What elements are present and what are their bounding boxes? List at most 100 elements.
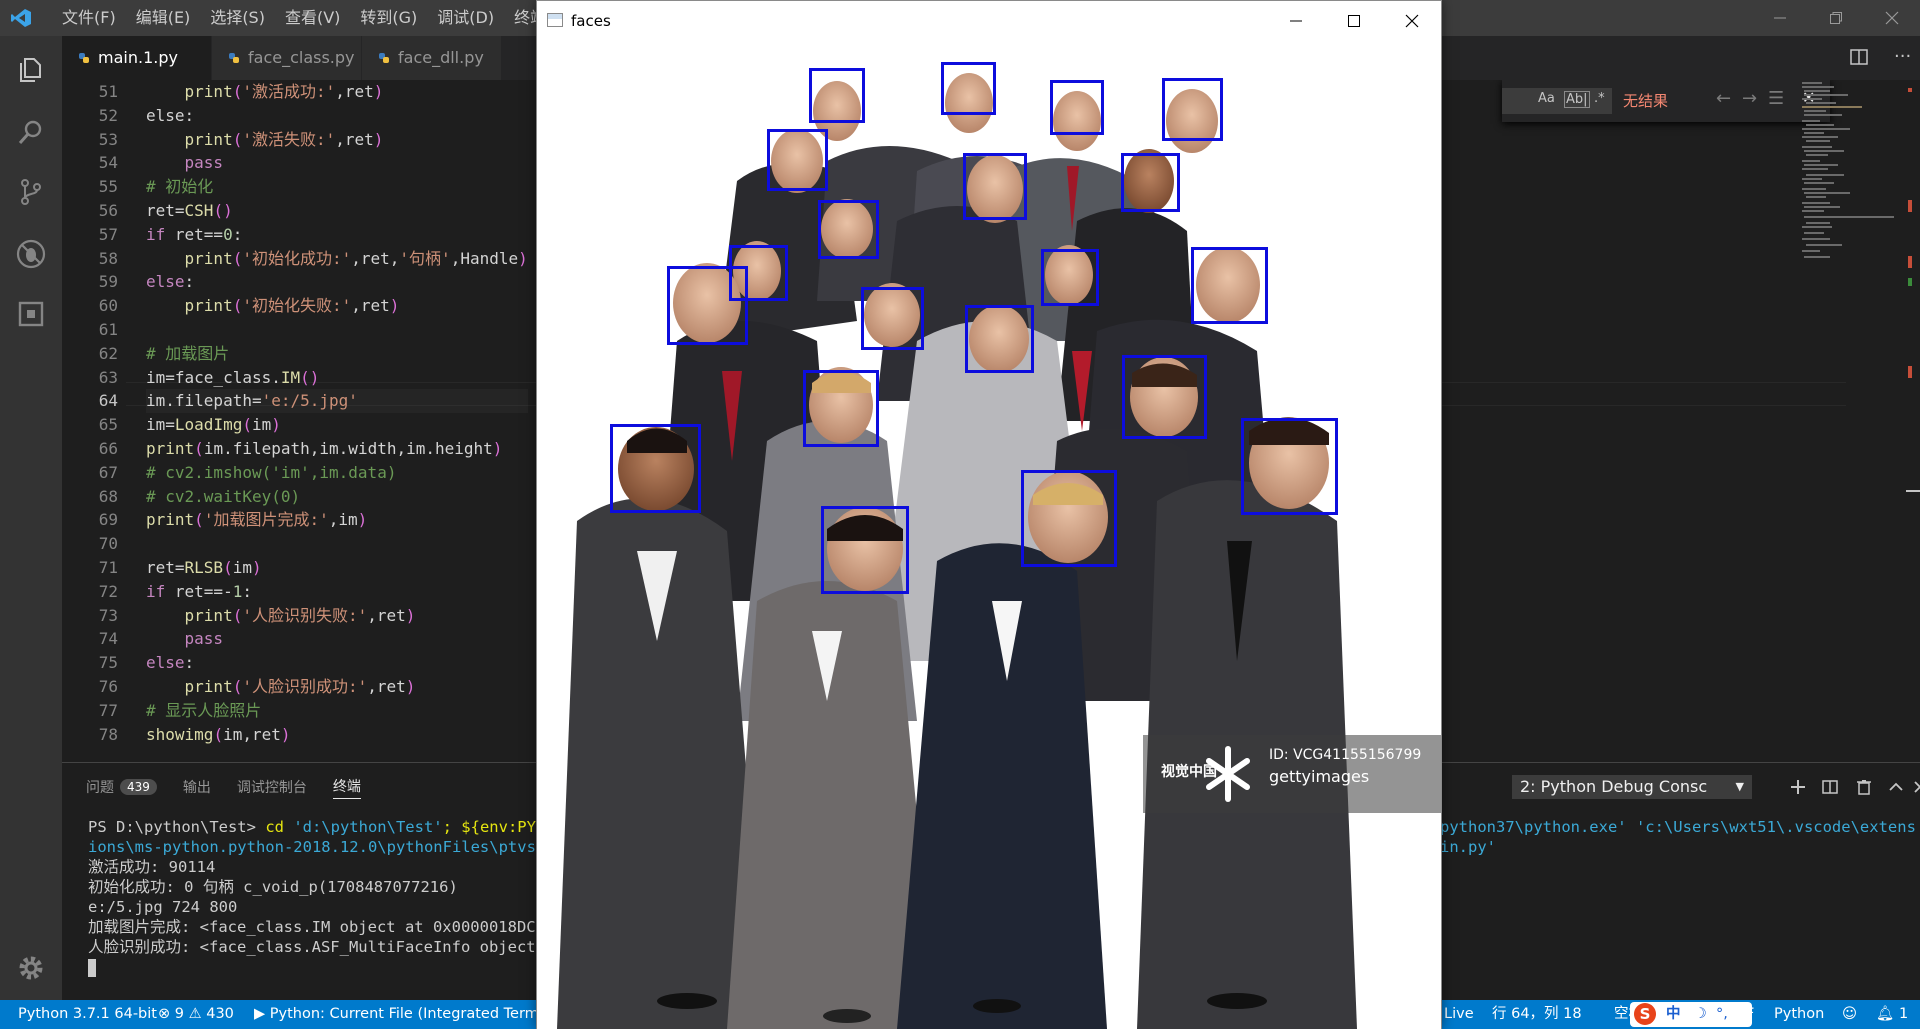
faces-minimize-button[interactable] (1267, 1, 1325, 41)
next-match-icon[interactable]: → (1742, 88, 1757, 109)
menu-selection[interactable]: 选择(S) (200, 0, 275, 36)
notifications[interactable]: 🔔︎ 1 (1876, 1000, 1908, 1029)
code-line: print('激活失败:',ret) (184, 129, 384, 149)
face-detection-box (818, 200, 879, 259)
tab-face-class-py[interactable]: face_class.py (212, 36, 362, 80)
minimize-icon (1774, 17, 1786, 19)
extensions-icon[interactable] (11, 294, 51, 334)
ime-moon-icon[interactable]: ☽ (1694, 1000, 1707, 1029)
ime-chinese-mode[interactable]: 中 (1666, 1000, 1681, 1029)
error-marker (1908, 200, 1912, 212)
menu-debug[interactable]: 调试(D) (427, 0, 504, 36)
menu-goto[interactable]: 转到(G) (350, 0, 427, 36)
faces-window-titlebar[interactable]: faces (537, 1, 1441, 41)
tab-terminal[interactable]: 终端 (332, 776, 361, 799)
code-line: if ret==0: (146, 224, 243, 244)
watermark-id: ID: VCG41155156799 (1269, 747, 1422, 763)
ime-punctuation-icon[interactable]: °, (1716, 1000, 1728, 1029)
line-number: 52 (98, 105, 118, 125)
faces-window-title: faces (571, 12, 611, 30)
live-share[interactable]: Live (1444, 1000, 1474, 1029)
code-line: im.filepath='e:/5.jpg' (146, 389, 528, 413)
find-widget: Aa Ab| .* 无结果 ← → ☰ ✕ (1502, 80, 1830, 122)
chevron-down-icon: ▼ (1735, 780, 1744, 793)
vscode-minimize-button[interactable] (1752, 0, 1808, 36)
code-line: print('激活成功:',ret) (184, 82, 384, 101)
close-icon (1405, 14, 1419, 28)
menu-file[interactable]: 文件(F) (52, 0, 126, 36)
face-detection-box (963, 153, 1027, 220)
tab-output[interactable]: 输出 (183, 777, 211, 797)
maximize-icon (1348, 15, 1360, 27)
cursor-position[interactable]: 行 64，列 18 (1492, 1000, 1582, 1029)
python-interpreter[interactable]: Python 3.7.1 64-bit (18, 1000, 157, 1029)
line-number: 54 (98, 153, 118, 173)
tab-problems-label: 问题 (86, 780, 114, 796)
face-detection-box (809, 68, 865, 123)
faces-close-button[interactable] (1383, 1, 1441, 41)
line-number: 59 (98, 272, 118, 292)
python-file-icon (379, 53, 389, 63)
bell-icon: 🔔︎ (1876, 1006, 1895, 1022)
explorer-icon[interactable] (11, 50, 51, 90)
code-line: print('人脸识别成功:',ret) (184, 676, 416, 696)
tab-main-py[interactable]: main.1.py (62, 36, 212, 80)
notification-count: 1 (1899, 1006, 1909, 1022)
code-line: # 显示人脸照片 (146, 700, 262, 720)
vscode-close-button[interactable] (1864, 0, 1920, 36)
line-number: 63 (98, 367, 118, 387)
regex-toggle[interactable]: .* (1594, 91, 1605, 106)
line-number: 71 (98, 557, 118, 577)
minimap[interactable] (1796, 80, 1906, 270)
kill-terminal-icon[interactable] (1852, 775, 1876, 799)
line-ending[interactable]: F (1746, 1000, 1754, 1029)
menubar: 文件(F) 编辑(E) 选择(S) 查看(V) 转到(G) 调试(D) 终端(T… (52, 0, 578, 36)
previous-match-icon[interactable]: ← (1716, 88, 1731, 109)
find-in-selection-icon[interactable]: ☰ (1768, 88, 1784, 109)
settings-gear-icon[interactable] (11, 948, 51, 988)
run-configuration-label: Python: Current File (Integrated Termina (269, 1006, 561, 1022)
line-number: 57 (98, 224, 118, 244)
tab-debug-console[interactable]: 调试控制台 (237, 777, 307, 797)
code-line: # cv2.imshow('im',im.data) (146, 462, 397, 482)
warning-count: 430 (206, 1006, 234, 1022)
more-actions-icon[interactable]: ··· (1894, 46, 1911, 67)
menu-edit[interactable]: 编辑(E) (126, 0, 201, 36)
feedback-smiley-icon[interactable]: ☺ (1842, 1000, 1857, 1029)
debug-icon[interactable] (11, 234, 51, 274)
source-control-icon[interactable] (11, 172, 51, 212)
ime-toolbar[interactable]: S 中 ☽ °, (1630, 1002, 1752, 1027)
terminal-select-dropdown[interactable]: 2: Python Debug Consc ▼ (1512, 775, 1752, 799)
match-word-toggle[interactable]: Ab| (1564, 91, 1590, 108)
restore-icon (1830, 12, 1842, 24)
tab-face-dll-py[interactable]: face_dll.py (362, 36, 502, 80)
tab-label: main.1.py (98, 48, 178, 67)
vscode-restore-button[interactable] (1808, 0, 1864, 36)
menu-view[interactable]: 查看(V) (275, 0, 350, 36)
problems-summary[interactable]: ⊗ 9 ⚠ 430 (158, 1000, 234, 1029)
face-detection-box (1041, 249, 1099, 306)
error-icon: ⊗ (158, 1006, 171, 1022)
faces-maximize-button[interactable] (1325, 1, 1383, 41)
code-line: print('加载图片完成:',im) (146, 510, 368, 530)
line-number: 75 (98, 653, 118, 673)
split-terminal-icon[interactable] (1818, 775, 1842, 799)
close-panel-icon[interactable] (1908, 775, 1920, 799)
run-configuration[interactable]: ▶ Python: Current File (Integrated Termi… (254, 1000, 561, 1029)
tab-problems[interactable]: 问题 439 (86, 777, 157, 797)
new-terminal-icon[interactable] (1786, 775, 1810, 799)
match-case-toggle[interactable]: Aa (1538, 91, 1555, 106)
editor-vertical-scrollbar[interactable] (1906, 80, 1920, 762)
line-number: 69 (98, 510, 118, 530)
split-editor-icon[interactable] (1850, 48, 1868, 70)
language-mode[interactable]: Python (1774, 1000, 1824, 1029)
code-line: pass (184, 629, 224, 649)
error-marker (1908, 256, 1912, 268)
face-detection-box (1021, 470, 1117, 567)
search-icon[interactable] (11, 112, 51, 152)
play-icon: ▶ (254, 1006, 266, 1022)
line-number: 53 (98, 129, 118, 149)
face-detection-box (610, 424, 701, 513)
maximize-panel-icon[interactable] (1884, 775, 1908, 799)
